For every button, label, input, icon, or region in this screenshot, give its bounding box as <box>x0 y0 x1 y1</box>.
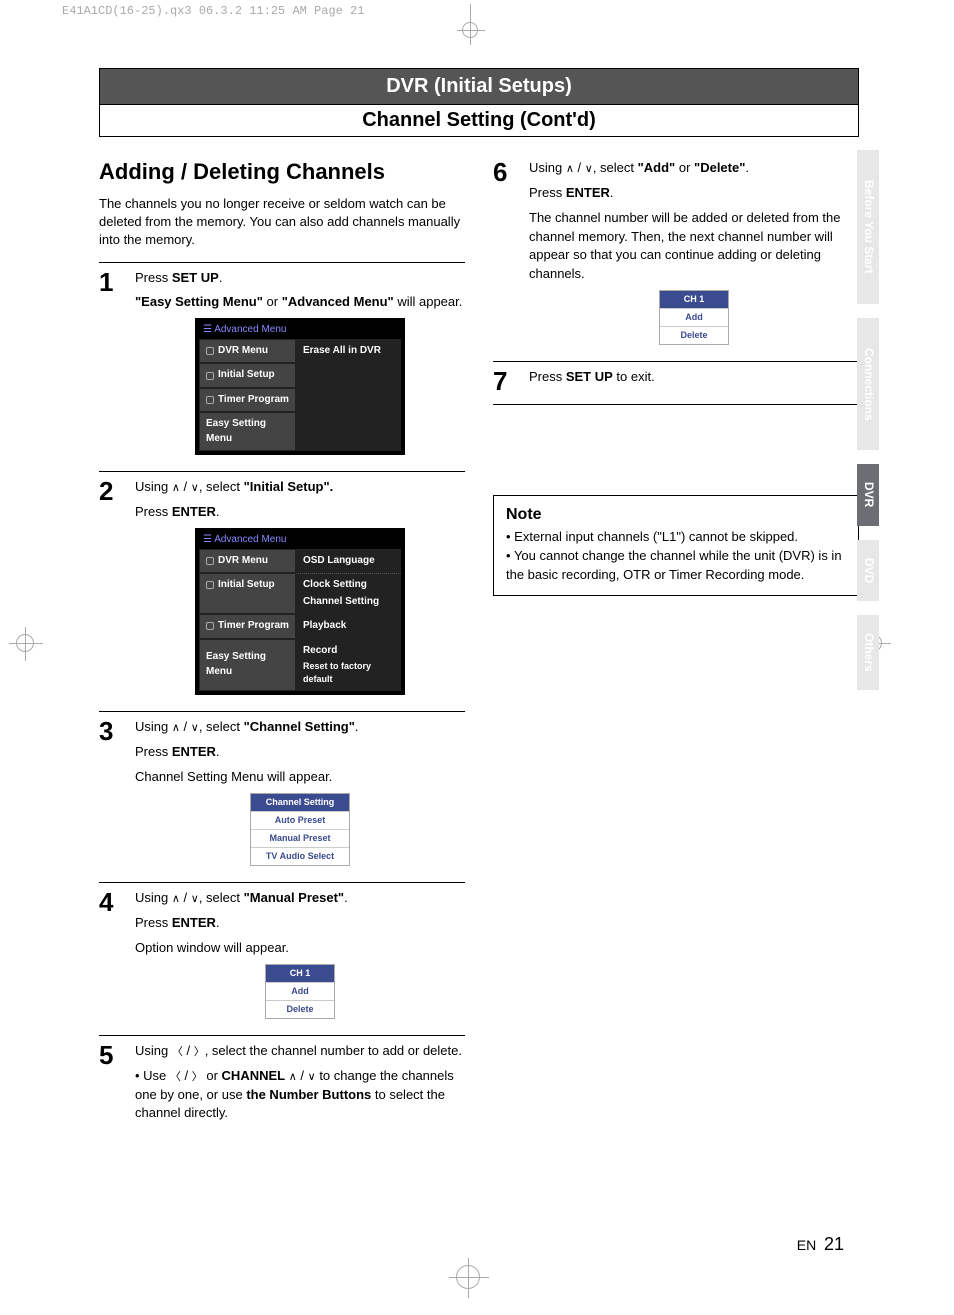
step-number: 3 <box>99 718 135 744</box>
step-1: 1 Press SET UP. "Easy Setting Menu" or "… <box>99 262 465 466</box>
left-icon: 〈 <box>172 1046 183 1058</box>
step-4: 4 Using ∧ / ∨, select "Manual Preset". P… <box>99 882 465 1029</box>
side-tabs: Before You Start Connections DVR DVD Oth… <box>857 150 879 690</box>
down-icon: ∨ <box>191 722 199 734</box>
osd-channel-setting: Channel Setting Auto Preset Manual Prese… <box>250 793 350 866</box>
down-icon: ∨ <box>308 1071 316 1083</box>
print-header: E41A1CD(16-25).qx3 06.3.2 11:25 AM Page … <box>62 4 364 18</box>
crop-mark-top-icon <box>460 4 480 34</box>
osd-ch1-a: CH 1 Add Delete <box>265 964 335 1019</box>
crop-mark-left-icon <box>4 632 34 656</box>
page-footer: EN 21 <box>797 1234 844 1255</box>
step-number: 2 <box>99 478 135 504</box>
up-icon: ∧ <box>172 482 180 494</box>
up-icon: ∧ <box>289 1071 297 1083</box>
step-5: 5 Using 〈 / 〉, select the channel number… <box>99 1035 465 1130</box>
osd-menu-1: ☰ Advanced Menu DVR MenuErase All in DVR… <box>195 318 405 455</box>
step-number: 6 <box>493 159 529 185</box>
step-number: 4 <box>99 889 135 915</box>
down-icon: ∨ <box>191 893 199 905</box>
tab-dvd[interactable]: DVD <box>857 540 879 601</box>
section-title: Adding / Deleting Channels <box>99 159 465 185</box>
note-title: Note <box>506 506 846 524</box>
crop-mark-bottom-icon <box>456 1265 480 1289</box>
note-item: External input channels ("L1") cannot be… <box>506 528 846 547</box>
step-number: 1 <box>99 269 135 295</box>
page-subbanner: Channel Setting (Cont'd) <box>99 105 859 137</box>
tab-connections[interactable]: Connections <box>857 318 879 451</box>
up-icon: ∧ <box>172 893 180 905</box>
tab-others[interactable]: Others <box>857 615 879 690</box>
step-number: 7 <box>493 368 529 394</box>
right-icon: 〉 <box>192 1071 203 1083</box>
step-6: 6 Using ∧ / ∨, select "Add" or "Delete".… <box>493 159 859 355</box>
left-icon: 〈 <box>170 1071 181 1083</box>
right-icon: 〉 <box>194 1046 205 1058</box>
down-icon: ∨ <box>585 163 593 175</box>
note-item: You cannot change the channel while the … <box>506 547 846 585</box>
down-icon: ∨ <box>191 482 199 494</box>
up-icon: ∧ <box>172 722 180 734</box>
osd-header: ☰ Advanced Menu <box>199 322 401 339</box>
step-number: 5 <box>99 1042 135 1068</box>
osd-ch1-b: CH 1 Add Delete <box>659 290 729 345</box>
intro-text: The channels you no longer receive or se… <box>99 195 465 250</box>
step-7: 7 Press SET UP to exit. <box>493 361 859 394</box>
page-banner: DVR (Initial Setups) <box>99 68 859 105</box>
step-3: 3 Using ∧ / ∨, select "Channel Setting".… <box>99 711 465 876</box>
osd-header: ☰ Advanced Menu <box>199 532 401 549</box>
tab-dvr[interactable]: DVR <box>857 464 879 525</box>
up-icon: ∧ <box>566 163 574 175</box>
step-2: 2 Using ∧ / ∨, select "Initial Setup". P… <box>99 471 465 705</box>
tab-before-you-start[interactable]: Before You Start <box>857 150 879 304</box>
note-box: Note External input channels ("L1") cann… <box>493 495 859 596</box>
osd-menu-2: ☰ Advanced Menu DVR MenuOSD Language Ini… <box>195 528 405 695</box>
